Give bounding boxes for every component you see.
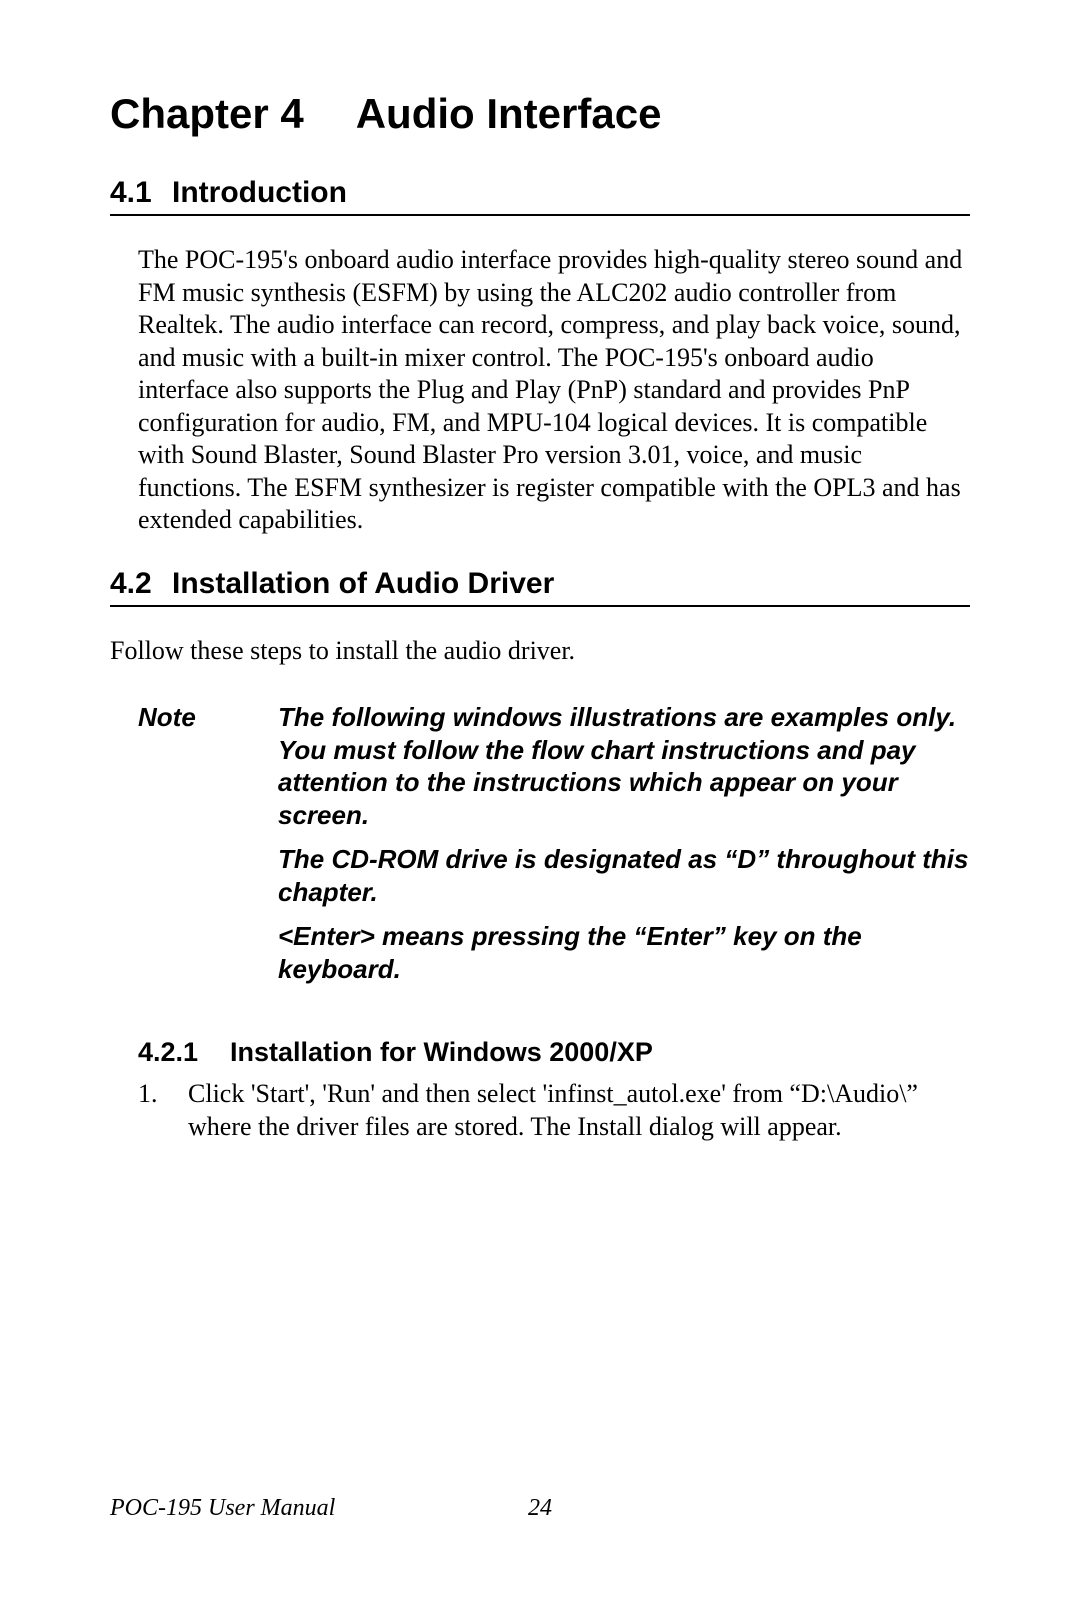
section-rule	[110, 214, 970, 216]
section-4-2-heading: 4.2 Installation of Audio Driver	[110, 567, 970, 601]
step-text: Click 'Start', 'Run' and then select 'in…	[188, 1078, 970, 1143]
chapter-number: Chapter 4	[110, 90, 304, 138]
note-body: The following windows illustrations are …	[278, 701, 970, 997]
document-page: Chapter 4 Audio Interface 4.1 Introductio…	[0, 0, 1080, 1618]
section-4-1-body: The POC-195's onboard audio interface pr…	[138, 244, 970, 537]
subsection-number: 4.2.1	[138, 1037, 230, 1068]
note-paragraph: The following windows illustrations are …	[278, 701, 970, 831]
step-1: 1. Click 'Start', 'Run' and then select …	[138, 1078, 970, 1143]
section-number: 4.2	[110, 567, 172, 601]
page-footer: POC-195 User Manual 24	[110, 1495, 970, 1522]
chapter-name: Audio Interface	[356, 90, 662, 137]
section-4-1-heading: 4.1 Introduction	[110, 176, 970, 210]
footer-page-number: 24	[528, 1495, 552, 1522]
footer-doc-title: POC-195 User Manual	[110, 1495, 335, 1521]
step-number: 1.	[138, 1078, 188, 1143]
section-4-2-1-heading: 4.2.1 Installation for Windows 2000/XP	[138, 1037, 970, 1068]
note-block: Note The following windows illustrations…	[138, 701, 970, 997]
note-paragraph: The CD-ROM drive is designated as “D” th…	[278, 843, 970, 908]
note-label: Note	[138, 701, 278, 997]
note-paragraph: <Enter> means pressing the “Enter” key o…	[278, 920, 970, 985]
chapter-title: Chapter 4 Audio Interface	[110, 90, 970, 138]
section-title: Installation of Audio Driver	[172, 567, 554, 601]
subsection-title: Installation for Windows 2000/XP	[230, 1037, 653, 1068]
section-title: Introduction	[172, 176, 347, 210]
section-4-2-intro: Follow these steps to install the audio …	[110, 635, 970, 668]
section-number: 4.1	[110, 176, 172, 210]
section-rule	[110, 605, 970, 607]
